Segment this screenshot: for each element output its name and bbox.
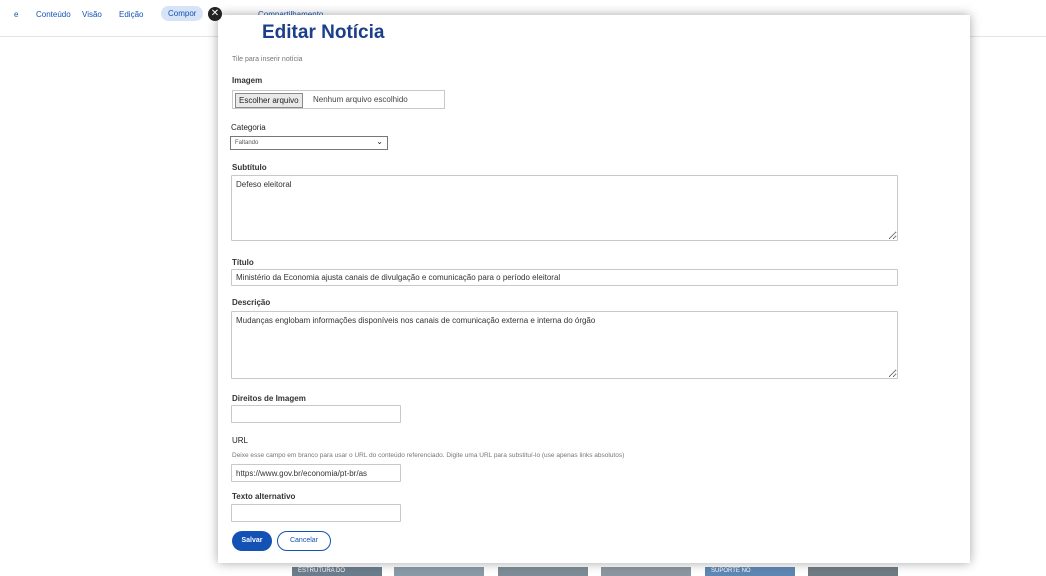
category-select[interactable]: Faltando ⌄	[230, 136, 388, 150]
background-tile	[394, 567, 484, 576]
alt-text-label: Texto alternativo	[232, 492, 296, 501]
description-label: Descrição	[232, 298, 271, 307]
category-label: Categoria	[231, 123, 266, 132]
choose-file-button[interactable]: Escolher arquivo	[235, 93, 303, 108]
background-tile: ESTRUTURA DO	[292, 567, 382, 576]
modal-hint: Tile para inserir notícia	[232, 56, 303, 63]
image-rights-field[interactable]	[231, 405, 401, 423]
brand-mark: e	[14, 10, 19, 19]
close-icon[interactable]: ✕	[208, 7, 222, 21]
background-tile	[498, 567, 588, 576]
background-tile: SUPORTE NO	[705, 567, 795, 576]
alt-text-field[interactable]	[231, 504, 401, 522]
titulo-field[interactable]	[231, 269, 898, 286]
description-field[interactable]: Mudanças englobam informações disponívei…	[231, 311, 898, 379]
toolbar-item-visao[interactable]: Visão	[82, 10, 102, 19]
subtitle-field[interactable]: Defeso eleitoral	[231, 175, 898, 241]
background-tile	[601, 567, 691, 576]
image-label: Imagem	[232, 76, 263, 85]
titulo-label: Título	[232, 258, 254, 267]
background-tile	[808, 567, 898, 576]
toolbar-item-edicao[interactable]: Edição	[119, 10, 143, 19]
url-field[interactable]	[231, 464, 401, 482]
file-status-text: Nenhum arquivo escolhido	[313, 95, 408, 104]
image-rights-label: Direitos de Imagem	[232, 394, 306, 403]
tile-label: SUPORTE NO	[711, 568, 751, 574]
modal-title: Editar Notícia	[262, 22, 385, 43]
category-selected-value: Faltando	[235, 140, 259, 146]
url-label: URL	[232, 436, 249, 445]
chevron-down-icon: ⌄	[376, 137, 383, 146]
url-hint: Deixe esse campo em branco para usar o U…	[232, 452, 625, 459]
subtitle-label: Subtítulo	[232, 163, 267, 172]
toolbar-item-conteudo[interactable]: Conteúdo	[36, 10, 71, 19]
cancel-button[interactable]: Cancelar	[277, 531, 331, 551]
tile-label: ESTRUTURA DO	[298, 568, 346, 574]
save-button[interactable]: Salvar	[232, 531, 272, 551]
image-file-input[interactable]: Escolher arquivo Nenhum arquivo escolhid…	[232, 90, 445, 109]
toolbar-item-compor[interactable]: Compor	[161, 6, 204, 21]
